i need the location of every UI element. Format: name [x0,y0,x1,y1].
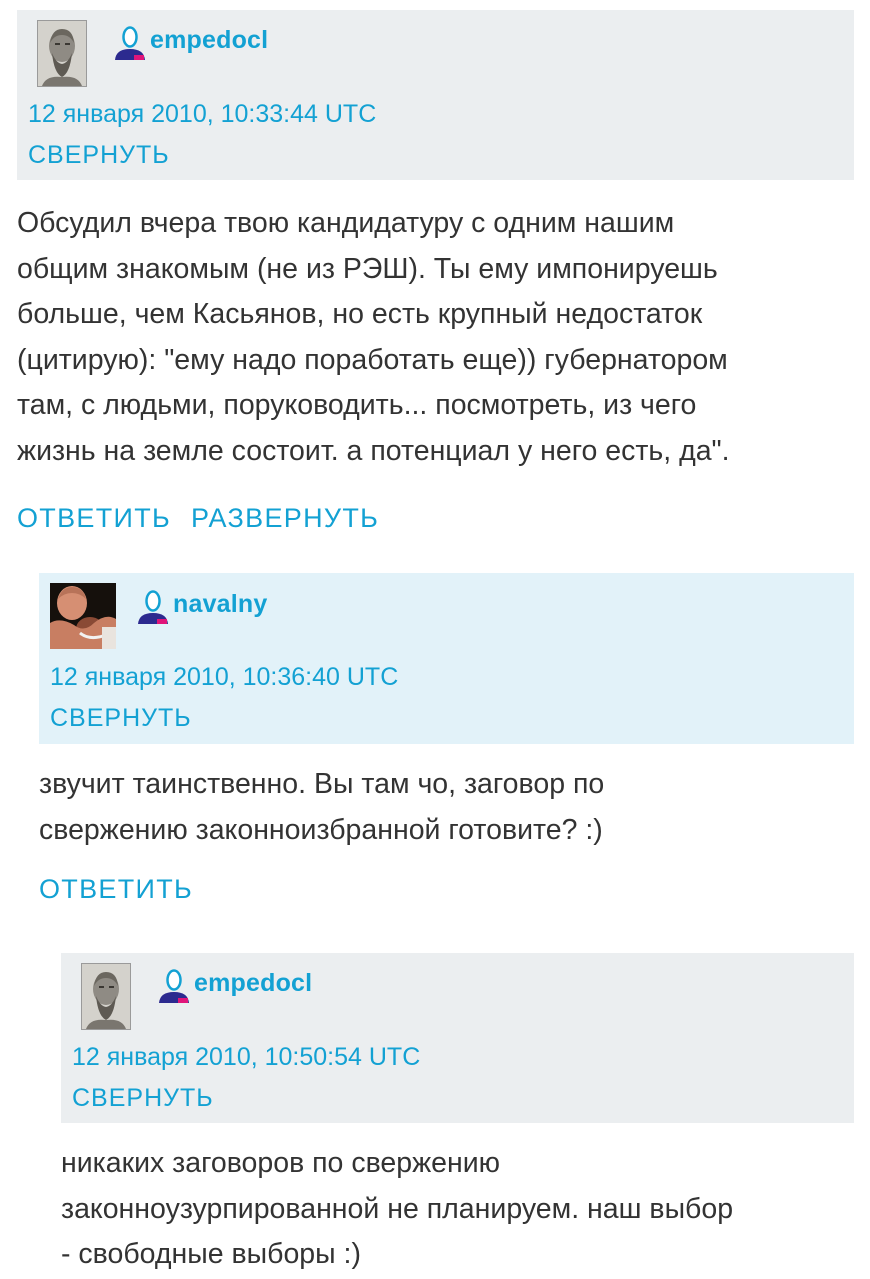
comment-text-line: там, с людьми, поруководить... посмотрет… [17,389,697,422]
comment-text-line: свержению законноизбранной готовите? :) [39,813,603,846]
collapse-button[interactable]: СВЕРНУТЬ [50,704,192,733]
avatar[interactable] [81,963,131,1030]
comment-thread-item: navalny 12 января 2010, 10:36:40 UTC СВЕ… [0,573,870,905]
collapse-button[interactable]: СВЕРНУТЬ [72,1084,214,1113]
comment-body: Обсудил вчера твою кандидатуру с одним н… [17,201,853,475]
user-link[interactable]: empedocl [112,24,268,64]
comment-text-line: никаких заговоров по свержению [61,1147,501,1179]
comment-text-line: больше, чем Касьянов, но есть крупный не… [17,298,703,331]
comment-date[interactable]: 12 января 2010, 10:36:40 UTC [50,663,398,692]
username[interactable]: empedocl [150,26,268,55]
user-profile-icon [135,589,171,627]
reply-button[interactable]: ОТВЕТИТЬ [39,874,193,905]
user-link[interactable]: navalny [135,588,268,628]
comment-header: empedocl 12 января 2010, 10:33:44 UTC СВ… [17,10,854,180]
username[interactable]: empedocl [194,969,312,998]
bust-statue-icon [38,21,86,86]
comment-text-line: - свободные выборы :) [61,1238,361,1271]
collapse-button[interactable]: СВЕРНУТЬ [28,141,170,170]
comment-actions: ОТВЕТИТЬ РАЗВЕРНУТЬ [17,503,870,534]
user-profile-icon [156,968,192,1006]
avatar[interactable] [37,20,87,87]
comment-body: звучит таинственно. Вы там чо, заговор п… [39,762,853,853]
user-link[interactable]: empedocl [156,967,312,1007]
user-profile-icon [112,25,148,63]
comment-text-line: жизнь на земле состоит. а потенциал у не… [17,434,730,467]
comment-text-line: (цитирую): "ему надо поработать еще)) гу… [17,343,728,376]
username[interactable]: navalny [173,590,268,619]
comment-text-line: Обсудил вчера твою кандидатуру с одним н… [17,207,675,239]
avatar[interactable] [50,583,116,649]
comment-body: никаких заговоров по свержению законноуз… [61,1141,853,1278]
comment-thread-item: empedocl 12 января 2010, 10:50:54 UTC СВ… [0,953,870,1278]
comment-date[interactable]: 12 января 2010, 10:50:54 UTC [72,1043,420,1072]
comment-header: empedocl 12 января 2010, 10:50:54 UTC СВ… [61,953,854,1123]
expand-button[interactable]: РАЗВЕРНУТЬ [191,503,379,534]
comment-text-line: общим знакомым (не из РЭШ). Ты ему импон… [17,252,718,285]
wrestlers-photo-icon [50,583,116,649]
comment-text-line: звучит таинственно. Вы там чо, заговор п… [39,768,605,800]
comment-date[interactable]: 12 января 2010, 10:33:44 UTC [28,100,376,129]
comment-header: navalny 12 января 2010, 10:36:40 UTC СВЕ… [39,573,854,744]
comment-thread-item: empedocl 12 января 2010, 10:33:44 UTC СВ… [0,10,870,534]
comment-actions: ОТВЕТИТЬ [39,874,870,905]
comment-text-line: законноузурпированной не планируем. наш … [61,1192,734,1225]
bust-statue-icon [82,964,130,1029]
reply-button[interactable]: ОТВЕТИТЬ [17,503,171,534]
